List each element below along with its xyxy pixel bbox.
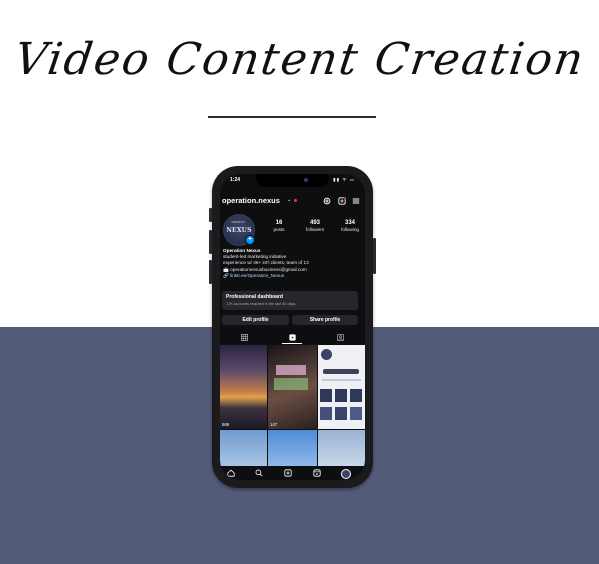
reel-text-overlay bbox=[276, 365, 306, 375]
add-story-icon[interactable]: + bbox=[245, 235, 255, 245]
create-icon[interactable] bbox=[283, 468, 293, 478]
stat-posts[interactable]: 16 posts bbox=[263, 220, 295, 232]
reel-text-overlay bbox=[274, 378, 308, 390]
thumbnail-tile bbox=[335, 389, 347, 402]
bottom-navigation bbox=[220, 466, 365, 480]
phone-side-button bbox=[209, 208, 212, 222]
stat-posts-label: posts bbox=[273, 227, 285, 232]
reel-view-count: 26.1K bbox=[320, 422, 332, 427]
chevron-down-icon[interactable]: ⌄ bbox=[287, 197, 291, 203]
thumbnail-bar bbox=[323, 369, 359, 374]
reel-thumbnail[interactable] bbox=[318, 430, 365, 466]
threads-icon[interactable] bbox=[322, 196, 331, 205]
phone-volume-up-button bbox=[209, 230, 212, 254]
stat-following-label: following bbox=[341, 227, 359, 232]
bio-link[interactable]: 🔗 linktr.ee/Operation_Nexus bbox=[223, 273, 363, 279]
stat-posts-number: 16 bbox=[275, 220, 283, 226]
stat-following-number: 334 bbox=[344, 220, 355, 226]
menu-icon[interactable] bbox=[351, 196, 360, 205]
reel-thumbnail[interactable] bbox=[220, 430, 267, 466]
profile-tabs bbox=[220, 330, 365, 344]
add-post-icon[interactable] bbox=[337, 196, 346, 205]
reel-view-count: 147 bbox=[270, 422, 278, 427]
phone-mockup: 1:24 ▮▮ ᯤ ▭ operation.nexus ⌄ NEXUS OPER… bbox=[209, 166, 376, 488]
title-underline bbox=[208, 116, 376, 118]
reel-thumbnail[interactable] bbox=[268, 430, 317, 466]
stat-following[interactable]: 334 following bbox=[334, 220, 365, 232]
thumbnail-avatar bbox=[321, 349, 332, 360]
profile-avatar-icon[interactable] bbox=[341, 469, 351, 479]
phone-notch bbox=[256, 174, 329, 187]
camera-icon bbox=[304, 178, 308, 182]
avatar-logo-subtext: OPERATION bbox=[231, 222, 245, 224]
phone-volume-down-button bbox=[209, 260, 212, 284]
reel-thumbnail[interactable]: 147 bbox=[268, 345, 317, 429]
grid-icon[interactable] bbox=[220, 330, 268, 344]
status-time: 1:24 bbox=[230, 177, 241, 183]
profile-header: operation.nexus ⌄ bbox=[220, 194, 365, 208]
stat-followers[interactable]: 493 followers bbox=[299, 220, 331, 232]
reels-grid: 586 147 26.1K bbox=[220, 345, 365, 466]
avatar-logo-text: NEXUS bbox=[226, 226, 252, 234]
thumbnail-tile bbox=[335, 407, 347, 420]
search-icon[interactable] bbox=[254, 468, 264, 478]
page-title: Video Content Creation bbox=[11, 34, 588, 85]
home-icon[interactable] bbox=[226, 468, 236, 478]
professional-dashboard-title: Professional dashboard bbox=[226, 294, 283, 300]
professional-dashboard-subtitle: 17K accounts reached in the last 30 days… bbox=[226, 302, 297, 306]
title-container: Video Content Creation bbox=[0, 30, 599, 90]
phone-power-button bbox=[373, 238, 376, 274]
reel-thumbnail[interactable]: 26.1K bbox=[318, 345, 365, 429]
thumbnail-tile bbox=[320, 389, 332, 402]
thumbnail-tile bbox=[350, 389, 362, 402]
phone-screen: 1:24 ▮▮ ᯤ ▭ operation.nexus ⌄ NEXUS OPER… bbox=[220, 174, 365, 480]
profile-username[interactable]: operation.nexus bbox=[222, 196, 280, 205]
edit-profile-button[interactable]: Edit profile bbox=[222, 315, 289, 325]
professional-dashboard-card[interactable]: Professional dashboard 17K accounts reac… bbox=[222, 291, 358, 310]
stat-followers-label: followers bbox=[305, 227, 325, 232]
reels-nav-icon[interactable] bbox=[312, 468, 322, 478]
thumbnail-lines bbox=[322, 379, 361, 381]
thumbnail-tile bbox=[320, 407, 332, 420]
share-profile-button[interactable]: Share profile bbox=[292, 315, 358, 325]
status-icons: ▮▮ ᯤ ▭ bbox=[333, 177, 355, 182]
stat-followers-number: 493 bbox=[309, 220, 320, 226]
profile-bio: Operation Nexus student-led marketing in… bbox=[223, 248, 363, 279]
reel-thumbnail[interactable]: 586 bbox=[220, 345, 267, 429]
thumbnail-tile bbox=[350, 407, 362, 420]
reel-view-count: 586 bbox=[222, 422, 230, 427]
reels-icon[interactable] bbox=[268, 330, 316, 344]
notification-dot bbox=[294, 199, 297, 202]
tagged-icon[interactable] bbox=[316, 330, 364, 344]
